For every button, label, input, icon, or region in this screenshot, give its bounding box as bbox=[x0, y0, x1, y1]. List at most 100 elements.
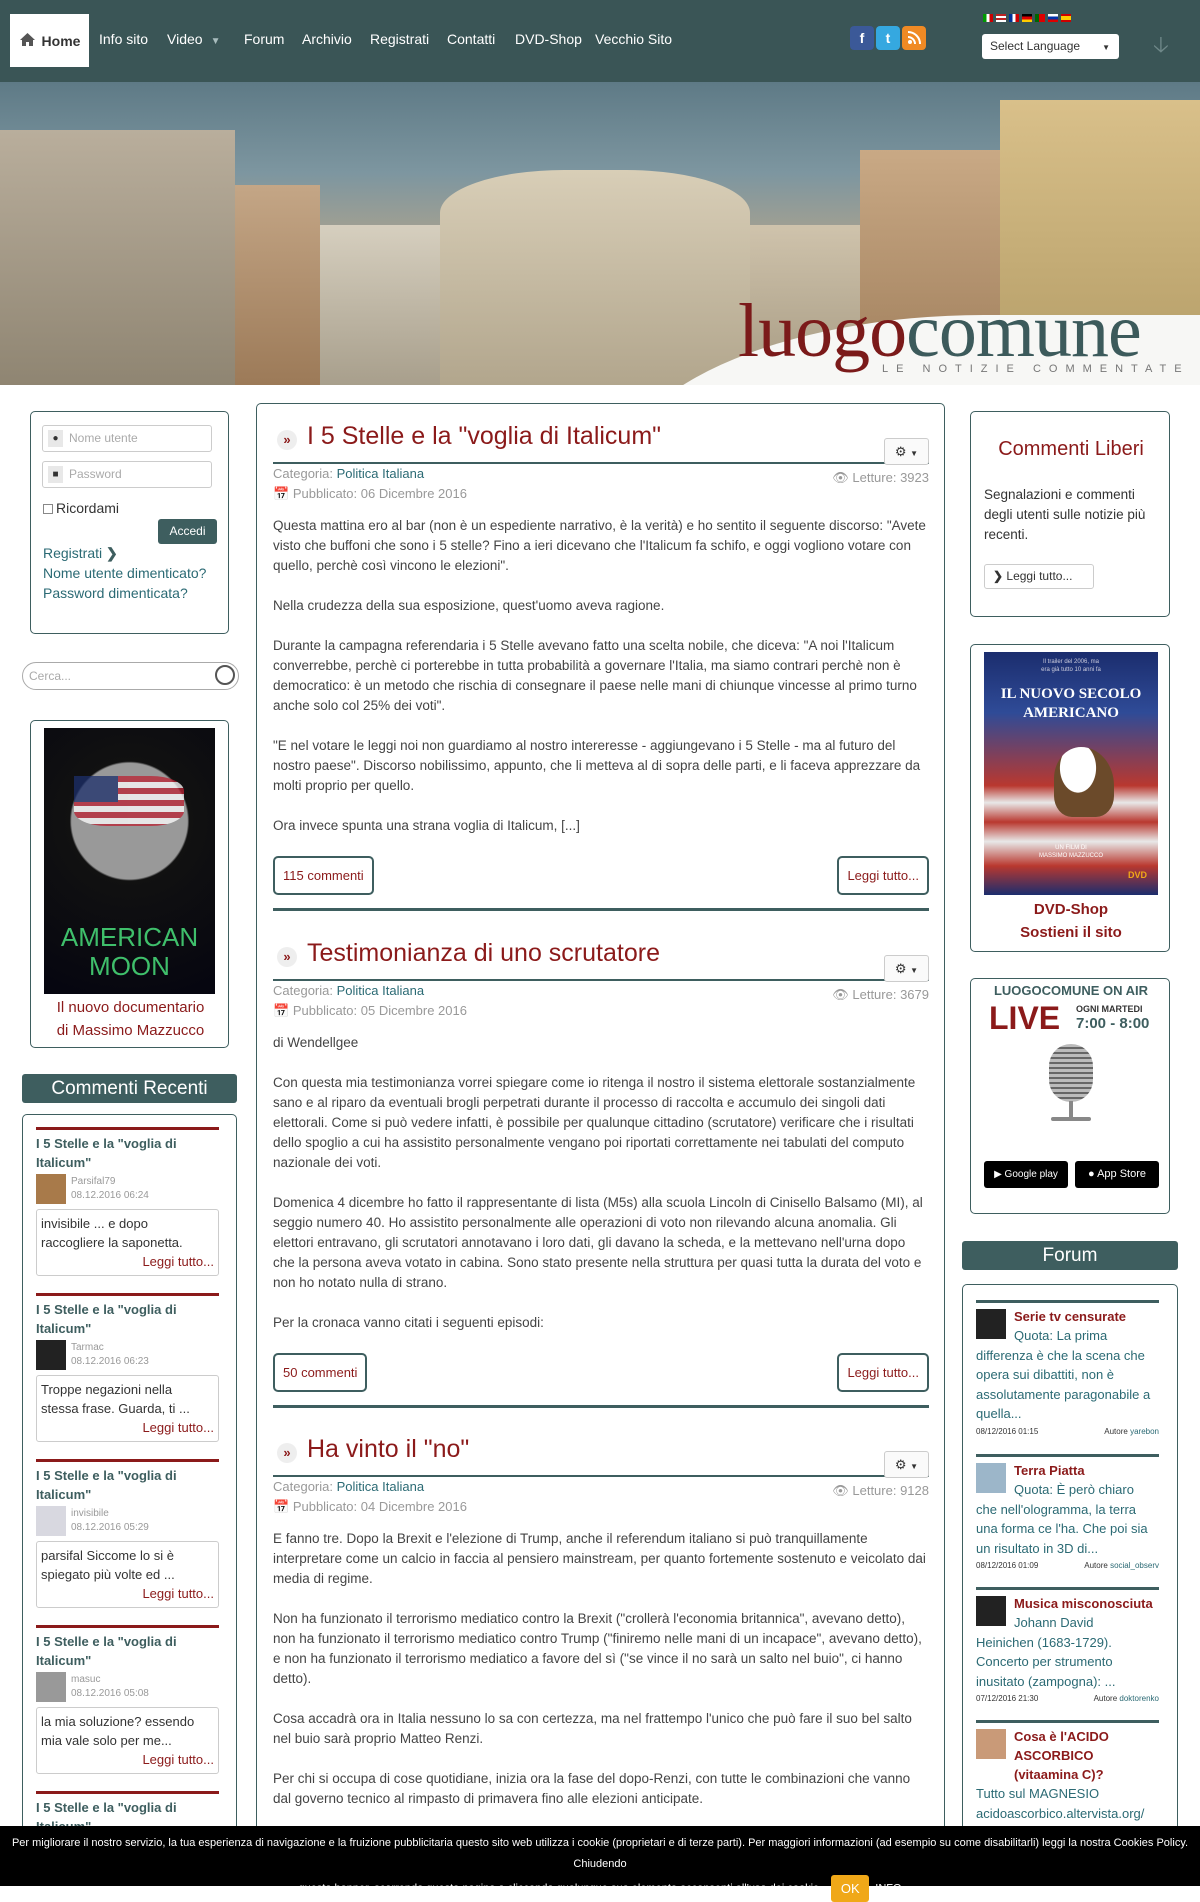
article-paragraph: Cosa accadrà ora in Italia nessuno lo sa… bbox=[273, 1711, 912, 1746]
avatar bbox=[976, 1729, 1006, 1759]
forgot-password-link[interactable]: Password dimenticata? bbox=[43, 585, 188, 601]
article-title[interactable]: Testimonianza di uno scrutatore bbox=[307, 939, 660, 968]
comment-date: 08.12.2016 06:23 bbox=[71, 1356, 149, 1367]
register-link[interactable]: Registrati ❯ bbox=[43, 545, 118, 561]
forum-topic-title[interactable]: Cosa è l'ACIDO ASCORBICO (vitaamina C)? bbox=[1014, 1727, 1159, 1784]
building-left-image bbox=[0, 130, 235, 385]
forum-topic-snippet: che nell'ologramma, la terra una forma c… bbox=[976, 1501, 1148, 1556]
flag-ru-icon[interactable] bbox=[1048, 14, 1058, 22]
nav-item-forum[interactable]: Forum bbox=[244, 31, 284, 47]
article-title[interactable]: Ha vinto il "no" bbox=[307, 1435, 469, 1464]
nav-item-info-sito[interactable]: Info sito bbox=[99, 31, 148, 47]
facebook-icon[interactable]: f bbox=[850, 26, 874, 50]
promo-caption[interactable]: Il nuovo documentario di Massimo Mazzucc… bbox=[31, 996, 230, 1042]
article-tools-button[interactable]: ⚙ ▼ bbox=[884, 1451, 929, 1478]
read-more-link[interactable]: Leggi tutto... bbox=[41, 1584, 214, 1603]
forum-topic-title[interactable]: Serie tv censurate bbox=[1014, 1307, 1159, 1326]
onair-schedule-time: 7:00 - 8:00 bbox=[1076, 1015, 1150, 1032]
article-paragraph: Ora invece spunta una strana voglia di I… bbox=[273, 818, 580, 833]
comments-button[interactable]: 50 commenti bbox=[273, 1353, 368, 1392]
calendar-icon: 📅 bbox=[273, 1003, 290, 1018]
read-more-link[interactable]: Leggi tutto... bbox=[41, 1750, 214, 1769]
flag-us-icon[interactable] bbox=[996, 14, 1006, 22]
american-moon-promo[interactable]: AMERICAN MOON Il nuovo documentario di Ma… bbox=[30, 720, 229, 1048]
flag-pt-icon[interactable] bbox=[1035, 14, 1045, 22]
recent-comment-title[interactable]: I 5 Stelle e la "voglia di Italicum" bbox=[36, 1300, 219, 1338]
forum-topic-snippet-line-1: Johann David bbox=[1014, 1615, 1094, 1630]
dvd-caption[interactable]: DVD-Shop Sostieni il sito bbox=[971, 898, 1171, 944]
article-tools-button[interactable]: ⚙ ▼ bbox=[884, 438, 929, 465]
nav-item-registrati[interactable]: Registrati bbox=[370, 31, 429, 47]
language-select[interactable]: Select Language ▼ bbox=[982, 34, 1119, 59]
forum-panel: Serie tv censurate Quota: La prima diffe… bbox=[962, 1284, 1178, 1834]
article: » Ha vinto il "no" ⚙ ▼ Categoria: Politi… bbox=[273, 1427, 929, 1829]
cookie-ok-button[interactable]: OK bbox=[831, 1875, 870, 1902]
search-input[interactable]: Cerca... bbox=[22, 662, 239, 690]
article-tools-button[interactable]: ⚙ ▼ bbox=[884, 955, 929, 982]
read-more-link[interactable]: Leggi tutto... bbox=[41, 1252, 214, 1271]
username-placeholder: Nome utente bbox=[69, 431, 138, 445]
flag-it-icon[interactable] bbox=[983, 14, 993, 22]
flag-es-icon[interactable] bbox=[1061, 14, 1071, 22]
onair-panel[interactable]: LUOGOCOMUNE ON AIR LIVE OGNI MARTEDI 7:0… bbox=[970, 978, 1170, 1214]
recent-comment-title[interactable]: I 5 Stelle e la "voglia di Italicum" bbox=[36, 1134, 219, 1172]
flag-de-icon[interactable] bbox=[1022, 14, 1032, 22]
onair-title: LUOGOCOMUNE ON AIR bbox=[993, 983, 1149, 998]
forum-author-link[interactable]: yarebon bbox=[1130, 1427, 1159, 1436]
forum-author-link[interactable]: doktorenko bbox=[1119, 1694, 1159, 1703]
category-link[interactable]: Politica Italiana bbox=[337, 1479, 424, 1494]
american-moon-poster-image[interactable]: AMERICAN MOON bbox=[44, 728, 215, 994]
gear-icon: ⚙ bbox=[894, 1457, 907, 1472]
commenti-liberi-title[interactable]: Commenti Liberi bbox=[971, 438, 1171, 461]
google-play-badge[interactable]: ▶ Google play bbox=[984, 1161, 1068, 1188]
cookie-info-link[interactable]: INFO bbox=[875, 1882, 901, 1894]
forgot-username-link[interactable]: Nome utente dimenticato? bbox=[43, 565, 206, 581]
forum-topic-snippet: Heinichen (1683-1729). Concerto per stru… bbox=[976, 1634, 1116, 1689]
nav-item-video[interactable]: Video ▼ bbox=[167, 31, 220, 47]
forum-topic-title[interactable]: Musica misconosciuta bbox=[1014, 1594, 1159, 1613]
forum-author-link[interactable]: social_observ bbox=[1110, 1561, 1159, 1570]
article-paragraph: Nella crudezza della sua esposizione, qu… bbox=[273, 598, 665, 613]
comments-button[interactable]: 115 commenti bbox=[273, 856, 374, 895]
category-link[interactable]: Politica Italiana bbox=[337, 983, 424, 998]
nav-item-contatti[interactable]: Contatti bbox=[447, 31, 495, 47]
remember-checkbox[interactable] bbox=[43, 504, 53, 514]
read-more-button[interactable]: Leggi tutto... bbox=[837, 856, 929, 895]
nav-item-vecchio-sito[interactable]: Vecchio Sito bbox=[595, 31, 672, 47]
article: » Testimonianza di uno scrutatore ⚙ ▼ Ca… bbox=[273, 931, 929, 1408]
forum-topic-title[interactable]: Terra Piatta bbox=[1014, 1461, 1159, 1480]
commenti-liberi-button[interactable]: ❯ Leggi tutto... bbox=[984, 564, 1094, 589]
dvd-poster-credit-line-2: MASSIMO MAZZUCCO bbox=[1039, 853, 1103, 859]
nav-item-archivio[interactable]: Archivio bbox=[302, 31, 352, 47]
article-separator bbox=[273, 1405, 929, 1408]
dvd-poster-image[interactable]: Il trailer del 2006, ma era già tutto 10… bbox=[984, 652, 1158, 895]
username-field[interactable]: ● Nome utente bbox=[42, 425, 212, 452]
eye-icon: 👁 bbox=[832, 470, 849, 485]
promo-caption-line-1: Il nuovo documentario bbox=[56, 999, 205, 1016]
article-title[interactable]: I 5 Stelle e la "voglia di Italicum" bbox=[307, 422, 661, 451]
remember-row: Ricordami bbox=[43, 500, 119, 516]
password-field[interactable]: ■ Password bbox=[42, 461, 212, 488]
rss-icon[interactable] bbox=[902, 26, 926, 50]
microphone-base-image bbox=[1051, 1117, 1091, 1121]
dvd-badge: DVD bbox=[1128, 870, 1148, 880]
read-more-link[interactable]: Leggi tutto... bbox=[41, 1418, 214, 1437]
site-logo[interactable]: luogocomune bbox=[738, 288, 1142, 375]
arrow-down-icon[interactable]: 🡣 bbox=[1153, 28, 1169, 66]
nav-item-dvd-shop[interactable]: DVD-Shop bbox=[515, 31, 582, 47]
recent-comment-title[interactable]: I 5 Stelle e la "voglia di Italicum" bbox=[36, 1632, 219, 1670]
rotunda-temple-image bbox=[440, 170, 750, 385]
nav-home-button[interactable]: Home bbox=[10, 14, 89, 67]
flag-fr-icon[interactable] bbox=[1009, 14, 1019, 22]
category-link[interactable]: Politica Italiana bbox=[337, 466, 424, 481]
read-more-button[interactable]: Leggi tutto... bbox=[837, 1353, 929, 1392]
login-submit-button[interactable]: Accedi bbox=[158, 519, 217, 544]
app-store-badge[interactable]: ● App Store bbox=[1075, 1161, 1159, 1188]
twitter-icon[interactable]: t bbox=[876, 26, 900, 50]
article-paragraph: Per la cronaca vanno citati i seguenti e… bbox=[273, 1315, 544, 1330]
search-icon[interactable] bbox=[215, 665, 235, 685]
recent-comment-title[interactable]: I 5 Stelle e la "voglia di Italicum" bbox=[36, 1466, 219, 1504]
comment-user: Tarmac bbox=[71, 1342, 104, 1353]
chevron-right-icon: ❯ bbox=[993, 569, 1004, 583]
dvd-shop-promo[interactable]: Il trailer del 2006, ma era già tutto 10… bbox=[970, 644, 1170, 952]
